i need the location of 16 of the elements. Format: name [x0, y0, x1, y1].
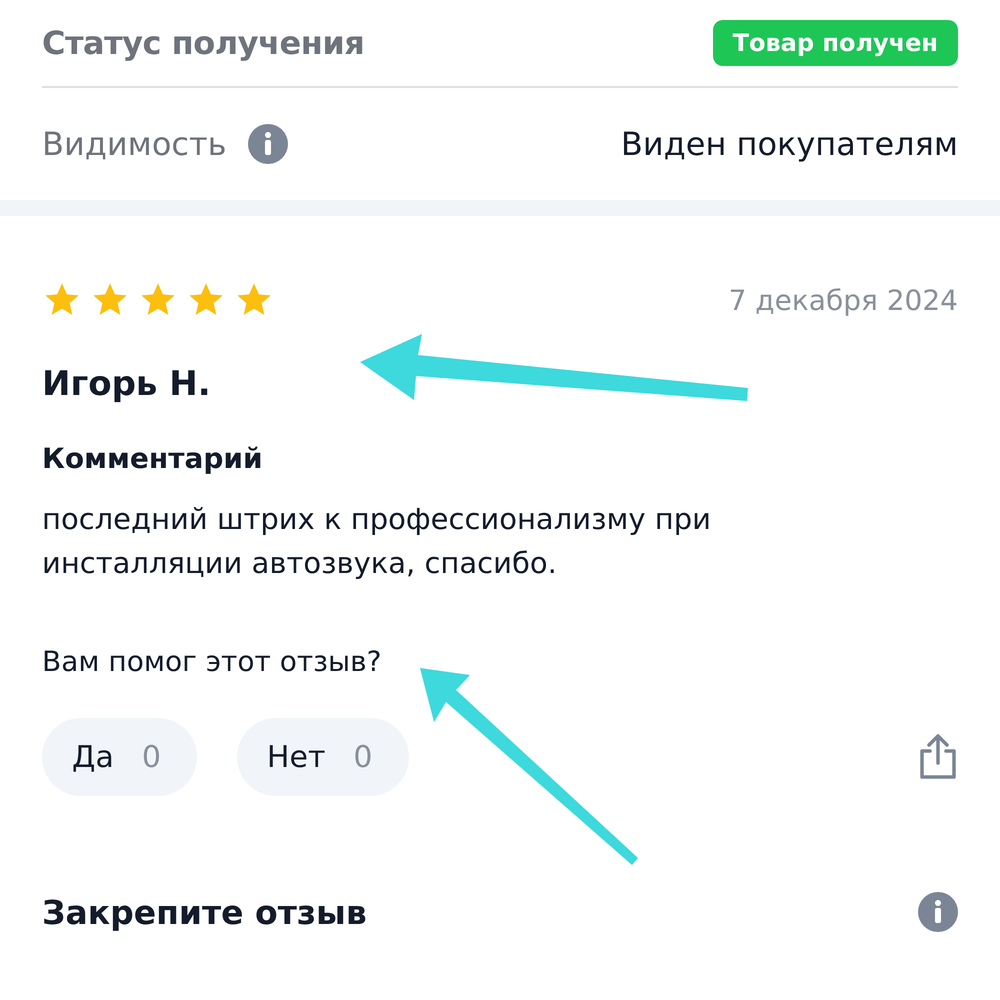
- status-label: Статус получения: [42, 24, 364, 62]
- vote-count: 0: [353, 740, 373, 774]
- vote-count: 0: [142, 740, 161, 774]
- info-icon[interactable]: [248, 124, 288, 164]
- vote-button[interactable]: Да 0: [42, 718, 197, 796]
- status-badge: Товар получен: [712, 20, 958, 66]
- comment-heading: Комментарий: [42, 442, 264, 475]
- pin-title: Закрепите отзыв: [42, 892, 367, 932]
- author-name: Игорь Н.: [42, 364, 211, 404]
- review-date: 7 декабря 2024: [728, 284, 958, 316]
- comment-text: последний штрих к профессионализму при инсталляции автозвука, спасибо.: [42, 501, 712, 582]
- vote-button[interactable]: Нет 0: [236, 718, 409, 796]
- info-icon[interactable]: [918, 892, 958, 932]
- visibility-label: Видимость: [42, 125, 226, 163]
- helpful-question: Вам помог этот отзыв?: [42, 645, 383, 678]
- visibility-value: Виден покупателям: [620, 125, 958, 163]
